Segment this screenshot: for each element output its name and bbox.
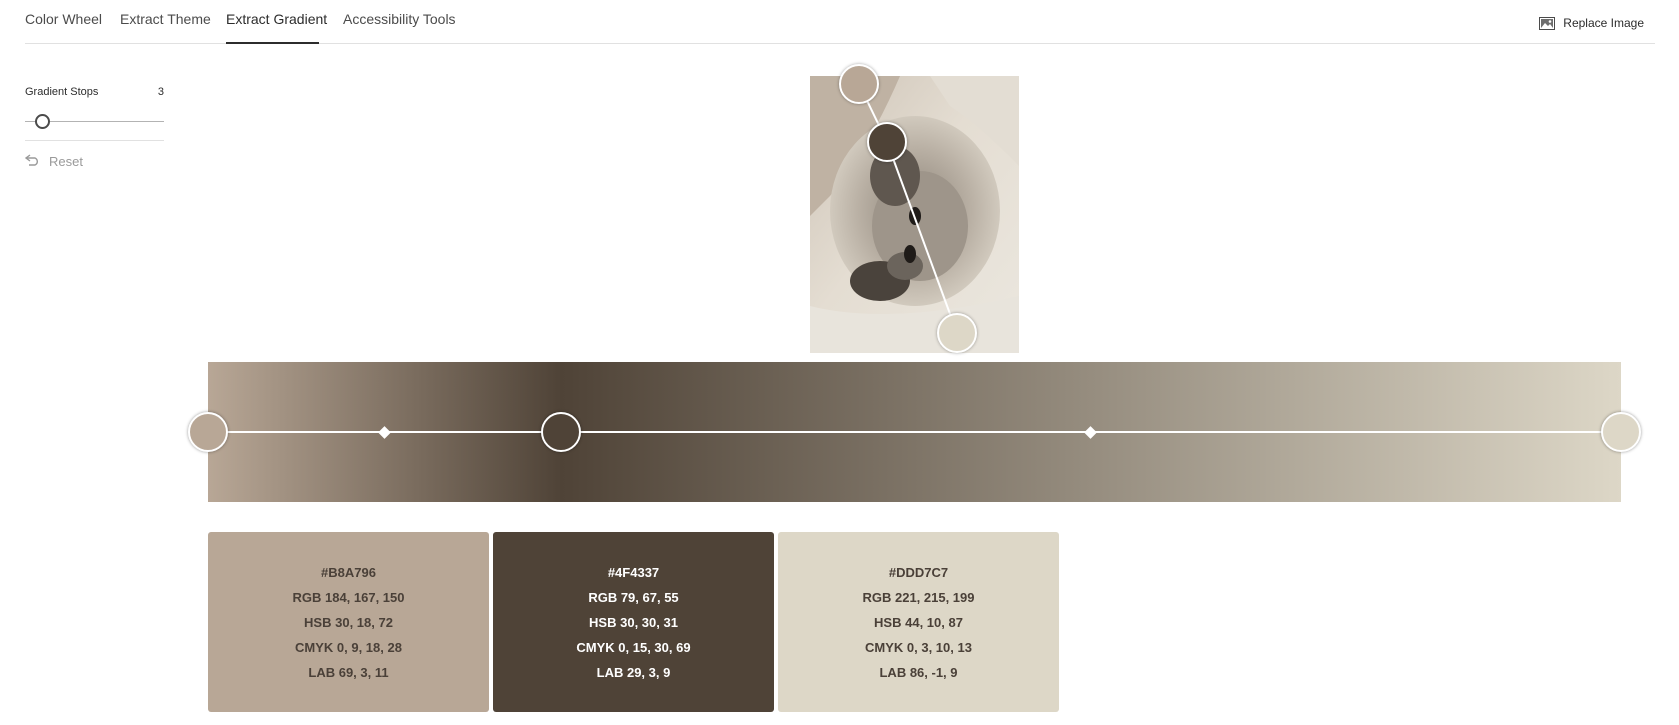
color-swatch-3[interactable]: #DDD7C7 RGB 221, 215, 199 HSB 44, 10, 87… [778,532,1059,712]
gradient-settings-panel: Gradient Stops 3 Reset [24,86,164,169]
gradient-track-line [208,431,1621,433]
image-icon [1539,16,1556,30]
gradient-midpoint-handle-1[interactable] [378,426,391,439]
slider-thumb[interactable] [35,114,50,129]
tab-color-wheel[interactable]: Color Wheel [25,11,102,27]
gradient-stops-row: Gradient Stops 3 [25,86,164,98]
mode-tabs: Color Wheel Extract Theme Extract Gradie… [25,0,1655,44]
image-picker-handle-1[interactable] [839,64,879,104]
swatch-rgb: RGB 79, 67, 55 [588,589,679,605]
undo-icon [24,154,41,169]
gradient-stop-handle-1[interactable] [188,412,228,452]
gradient-preview [188,362,1641,502]
gradient-stop-handle-2[interactable] [541,412,581,452]
gradient-stops-value: 3 [157,86,164,98]
swatch-hex: #DDD7C7 [888,564,949,580]
gradient-stop-handle-3[interactable] [1601,412,1641,452]
swatch-rgb: RGB 184, 167, 150 [292,589,405,605]
source-image [810,76,1019,353]
swatch-lab: LAB 69, 3, 11 [308,664,389,680]
swatch-hex: #4F4337 [607,564,660,580]
swatch-rgb: RGB 221, 215, 199 [862,589,975,605]
replace-image-label: Replace Image [1563,16,1644,30]
tab-accessibility-tools[interactable]: Accessibility Tools [343,11,456,27]
tab-extract-gradient[interactable]: Extract Gradient [226,11,327,27]
swatch-cmyk: CMYK 0, 15, 30, 69 [576,639,691,655]
swatch-hsb: HSB 44, 10, 87 [874,614,963,630]
gradient-stops-label: Gradient Stops [25,86,99,98]
color-swatch-1[interactable]: #B8A796 RGB 184, 167, 150 HSB 30, 18, 72… [208,532,489,712]
swatch-hsb: HSB 30, 30, 31 [589,614,678,630]
active-tab-indicator [226,42,319,44]
image-picker-handle-2[interactable] [867,122,907,162]
reset-label: Reset [49,154,83,169]
swatch-lab: LAB 86, -1, 9 [879,664,958,680]
swatch-hex: #B8A796 [321,564,376,580]
swatch-lab: LAB 29, 3, 9 [596,664,671,680]
swatch-cmyk: CMYK 0, 9, 18, 28 [295,639,402,655]
gradient-midpoint-handle-2[interactable] [1084,426,1097,439]
color-swatch-2[interactable]: #4F4337 RGB 79, 67, 55 HSB 30, 30, 31 CM… [493,532,774,712]
reset-button[interactable]: Reset [24,154,83,169]
gradient-stops-slider[interactable] [25,111,164,131]
swatch-cmyk: CMYK 0, 3, 10, 13 [865,639,972,655]
tab-extract-theme[interactable]: Extract Theme [120,11,211,27]
replace-image-button[interactable]: Replace Image [1539,16,1644,30]
image-picker-handle-3[interactable] [937,313,977,353]
panel-divider [25,140,164,141]
swatch-hsb: HSB 30, 18, 72 [304,614,393,630]
